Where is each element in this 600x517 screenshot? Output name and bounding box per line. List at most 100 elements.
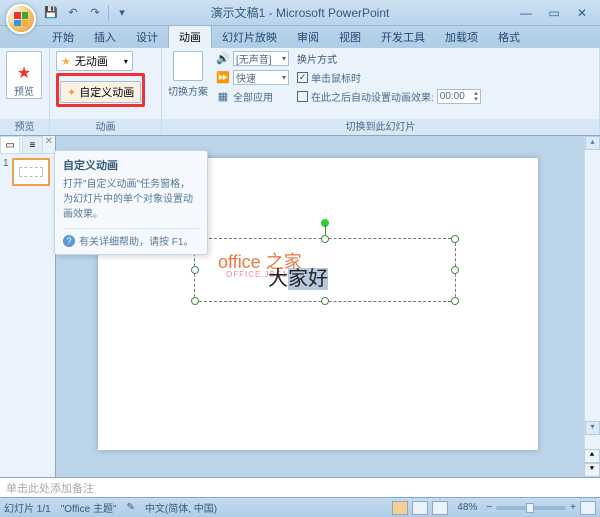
transition-preview-box (173, 51, 203, 81)
transition-options: 🔊 [无声音]▾ ⏩ 快速▾ ▦ 全部应用 (216, 51, 289, 104)
advance-time-input[interactable]: 00:00 ▴▾ (437, 89, 481, 104)
custom-animation-button[interactable]: ✦ 自定义动画 (60, 81, 141, 103)
transition-speed-value: 快速 (236, 70, 256, 85)
custom-animation-highlight: ✦ 自定义动画 (56, 73, 145, 107)
group-preview-label: 预览 (0, 119, 49, 135)
group-transition-label: 切换到此幻灯片 (162, 119, 599, 135)
handle-mid-right[interactable] (451, 266, 459, 274)
zoom-in-button[interactable]: + (570, 502, 576, 513)
redo-icon[interactable]: ↷ (86, 4, 104, 22)
custom-anim-icon: ✦ (67, 86, 76, 99)
slides-tab[interactable]: ▭ (0, 136, 20, 153)
custom-animation-tooltip: 自定义动画 打开"自定义动画"任务窗格，为幻灯片中的单个对象设置动画效果。 ? … (54, 150, 208, 255)
sound-icon: 🔊 (216, 52, 230, 66)
office-button[interactable] (6, 4, 36, 34)
panel-close-icon[interactable]: ✕ (45, 136, 53, 153)
title-bar: 💾 ↶ ↷ ▾ 演示文稿1 - Microsoft PowerPoint — ▭… (0, 0, 600, 26)
slide-text-plain: 大 (268, 268, 288, 290)
preview-button[interactable]: ★ 预览 (6, 51, 42, 99)
apply-all-button[interactable]: ▦ 全部应用 (216, 89, 289, 104)
handle-top-mid[interactable] (321, 235, 329, 243)
tooltip-help-text: 有关详细帮助，请按 F1。 (79, 233, 193, 248)
chevron-down-icon: ▾ (124, 57, 128, 66)
view-slideshow-button[interactable] (432, 501, 448, 515)
status-right: 48% − + (392, 501, 596, 515)
tab-design[interactable]: 设计 (126, 26, 168, 48)
tab-start[interactable]: 开始 (42, 26, 84, 48)
outline-tab[interactable]: ≡ (22, 136, 42, 153)
tooltip-title: 自定义动画 (63, 157, 199, 173)
group-animation-label: 动画 (50, 119, 161, 135)
vertical-scrollbar[interactable]: ▴ ▾ ⯅ ⯆ (584, 136, 600, 477)
ribbon-tabs: 开始 插入 设计 动画 幻灯片放映 审阅 视图 开发工具 加载项 格式 (0, 26, 600, 48)
view-sorter-button[interactable] (412, 501, 428, 515)
status-language[interactable]: 中文(简体, 中国) (145, 500, 217, 515)
prev-slide-button[interactable]: ⯅ (584, 449, 600, 463)
tab-review[interactable]: 审阅 (287, 26, 329, 48)
slide-thumbnail[interactable] (12, 158, 50, 186)
advance-options: 换片方式 ✓ 单击鼠标时 在此之后自动设置动画效果: 00:00 ▴▾ (297, 51, 481, 104)
group-preview: ★ 预览 预览 (0, 48, 50, 135)
status-spellcheck-icon[interactable]: ✎ (127, 502, 135, 513)
advance-auto-label: 在此之后自动设置动画效果: (311, 89, 434, 104)
handle-bot-right[interactable] (451, 297, 459, 305)
scroll-down-button[interactable]: ▾ (585, 421, 600, 435)
tab-animation[interactable]: 动画 (168, 25, 212, 48)
zoom-slider[interactable] (496, 506, 566, 510)
transition-sound-value: [无声音] (236, 51, 272, 66)
advance-onclick-row[interactable]: ✓ 单击鼠标时 (297, 70, 481, 85)
zoom-slider-thumb[interactable] (526, 503, 534, 513)
animation-dropdown[interactable]: ★ 无动画 ▾ (56, 51, 133, 71)
notes-pane[interactable]: 单击此处添加备注 (0, 477, 600, 497)
transition-scheme-label: 切换方案 (168, 83, 208, 98)
slide-panel: ▭ ≡ ✕ 1 (0, 136, 56, 477)
close-button[interactable]: ✕ (572, 5, 592, 21)
handle-bot-mid[interactable] (321, 297, 329, 305)
apply-all-label: 全部应用 (233, 89, 273, 104)
tab-addins[interactable]: 加载项 (435, 26, 488, 48)
advance-time-value: 00:00 (440, 91, 465, 102)
tooltip-body: 打开"自定义动画"任务窗格，为幻灯片中的单个对象设置动画效果。 (63, 177, 199, 222)
window-controls: — ▭ ✕ (516, 5, 592, 21)
handle-bot-left[interactable] (191, 297, 199, 305)
transition-speed-row[interactable]: ⏩ 快速▾ (216, 70, 289, 85)
undo-icon[interactable]: ↶ (64, 4, 82, 22)
slide-text-content[interactable]: 大家好 (268, 262, 328, 291)
checkbox-onclick[interactable]: ✓ (297, 72, 308, 83)
handle-top-right[interactable] (451, 235, 459, 243)
maximize-button[interactable]: ▭ (544, 5, 564, 21)
view-normal-button[interactable] (392, 501, 408, 515)
handle-mid-left[interactable] (191, 266, 199, 274)
tab-view[interactable]: 视图 (329, 26, 371, 48)
next-slide-button[interactable]: ⯆ (584, 463, 600, 477)
tab-developer[interactable]: 开发工具 (371, 26, 435, 48)
save-icon[interactable]: 💾 (42, 4, 60, 22)
fit-window-button[interactable] (580, 501, 596, 515)
animation-dropdown-value: 无动画 (75, 53, 108, 69)
slide-text-selected: 家好 (288, 268, 328, 290)
slide-panel-tabs: ▭ ≡ ✕ (0, 136, 55, 154)
group-transition: 切换方案 🔊 [无声音]▾ ⏩ 快速▾ ▦ 全部应用 换片方式 (162, 48, 600, 135)
advance-auto-row[interactable]: 在此之后自动设置动画效果: 00:00 ▴▾ (297, 89, 481, 104)
zoom-out-button[interactable]: − (486, 502, 492, 513)
tab-format[interactable]: 格式 (488, 26, 530, 48)
group-animation: ★ 无动画 ▾ ✦ 自定义动画 动画 (50, 48, 162, 135)
status-slide-position: 幻灯片 1/1 (4, 500, 51, 515)
preview-button-label: 预览 (14, 83, 34, 98)
transition-sound-row[interactable]: 🔊 [无声音]▾ (216, 51, 289, 66)
transition-scheme[interactable]: 切换方案 (168, 51, 208, 98)
tab-insert[interactable]: 插入 (84, 26, 126, 48)
apply-all-icon: ▦ (216, 90, 230, 104)
custom-animation-label: 自定义动画 (79, 84, 134, 100)
status-theme: "Office 主题" (61, 500, 117, 515)
minimize-button[interactable]: — (516, 5, 536, 21)
qat-more-icon[interactable]: ▾ (113, 4, 131, 22)
star-icon: ★ (61, 55, 71, 68)
zoom-percent[interactable]: 48% (452, 502, 482, 513)
scroll-up-button[interactable]: ▴ (585, 136, 600, 150)
tab-slideshow[interactable]: 幻灯片放映 (212, 26, 287, 48)
thumbnail-number: 1 (3, 158, 9, 169)
status-bar: 幻灯片 1/1 "Office 主题" ✎ 中文(简体, 中国) 48% − + (0, 497, 600, 517)
checkbox-auto[interactable] (297, 91, 308, 102)
qat-separator (108, 5, 109, 21)
